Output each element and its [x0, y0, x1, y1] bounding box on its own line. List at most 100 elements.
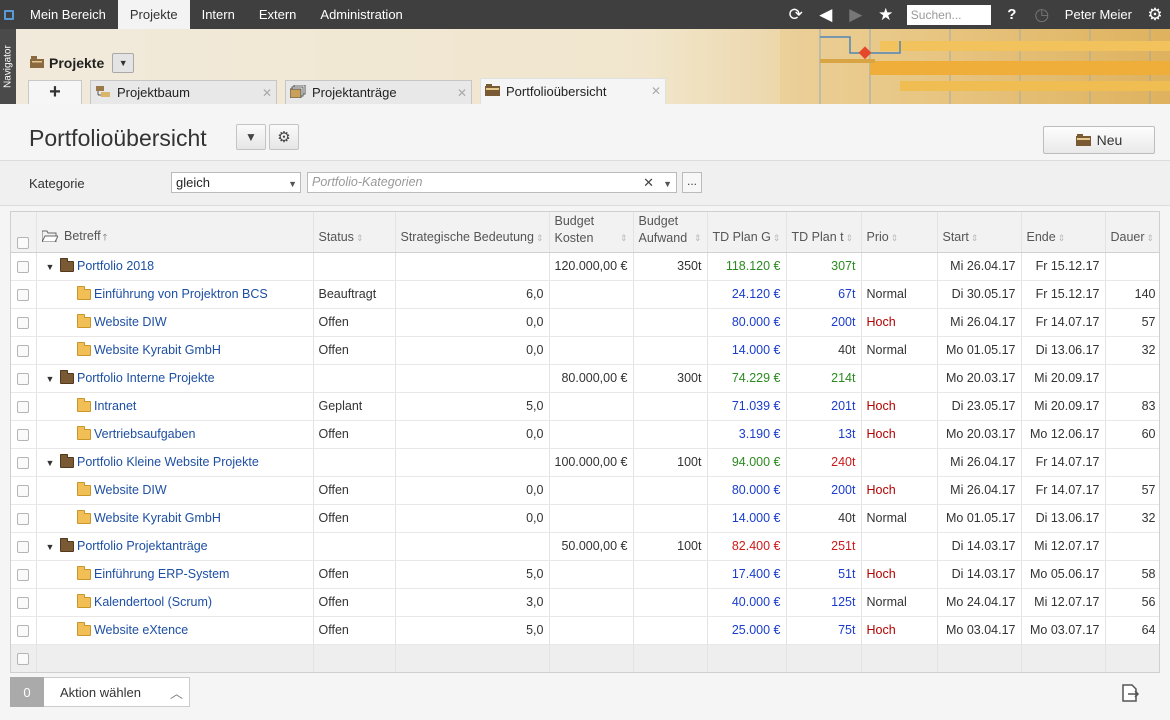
row-checkbox[interactable]	[11, 336, 37, 365]
portfolio-row[interactable]: ▼ Portfolio Kleine Website Projekte 100.0…	[11, 448, 1159, 477]
new-button[interactable]: Neu	[1043, 126, 1155, 154]
header-decoration	[780, 29, 1170, 104]
close-tab-icon[interactable]: ✕	[651, 84, 661, 98]
menu-item-mein-bereich[interactable]: Mein Bereich	[18, 0, 118, 29]
item-link[interactable]: Website eXtence	[94, 623, 188, 637]
project-row[interactable]: Vertriebsaufgaben Offen 0,0 3.190 €13t Hoch M…	[11, 420, 1159, 449]
section-dropdown-button[interactable]: ▼	[112, 53, 135, 73]
tab-projektbaum[interactable]: Projektbaum ✕	[90, 80, 277, 104]
row-checkbox[interactable]	[11, 476, 37, 505]
item-link[interactable]: Portfolio Interne Projekte	[77, 371, 215, 385]
help-icon[interactable]: ?	[997, 0, 1027, 29]
column-header-dauer[interactable]: Dauer ⇕	[1105, 212, 1159, 253]
item-link[interactable]: Website DIW	[94, 483, 167, 497]
export-icon[interactable]	[1120, 683, 1140, 703]
expand-toggle-icon[interactable]: ▼	[46, 374, 60, 384]
row-checkbox[interactable]	[11, 616, 37, 645]
back-icon[interactable]: ◀	[811, 0, 841, 29]
search-input[interactable]	[906, 4, 991, 25]
item-link[interactable]: Website DIW	[94, 315, 167, 329]
item-link[interactable]: Portfolio Projektanträge	[77, 539, 208, 553]
expand-toggle-icon[interactable]: ▼	[46, 262, 60, 272]
navigator-toggle[interactable]: Navigator	[0, 29, 16, 104]
stopwatch-icon[interactable]: ◷	[1027, 0, 1057, 29]
project-row[interactable]: Einführung ERP-System Offen 5,0 17.400 €51t…	[11, 560, 1159, 589]
project-row[interactable]: Kalendertool (Scrum) Offen 3,0 40.000 €125t…	[11, 588, 1159, 617]
menu-item-intern[interactable]: Intern	[190, 0, 247, 29]
expand-toggle-icon[interactable]: ▼	[46, 458, 60, 468]
portfolio-row[interactable]: ▼ Portfolio Interne Projekte 80.000,00 €3…	[11, 364, 1159, 393]
project-row[interactable]: Einführung von Projektron BCS Beauftragt 6…	[11, 280, 1159, 309]
portfolio-row[interactable]: ▼ Portfolio Projektanträge 50.000,00 €100…	[11, 532, 1159, 561]
column-header-betreff[interactable]: Betreff 🡑	[36, 212, 314, 253]
expand-toggle-icon[interactable]: ▼	[46, 542, 60, 552]
action-select[interactable]: Aktion wählen ︿	[44, 677, 190, 707]
item-link[interactable]: Website Kyrabit GmbH	[94, 343, 221, 357]
close-tab-icon[interactable]: ✕	[262, 86, 272, 100]
row-checkbox[interactable]	[11, 308, 37, 337]
app-menu-icon[interactable]	[0, 0, 18, 29]
forward-icon[interactable]: ▶	[841, 0, 871, 29]
settings-button[interactable]: ⚙	[269, 124, 299, 150]
star-icon[interactable]: ★	[871, 0, 901, 29]
project-row[interactable]: Website eXtence Offen 5,0 25.000 €75t Hoch Mo…	[11, 616, 1159, 645]
item-link[interactable]: Intranet	[94, 399, 136, 413]
row-checkbox[interactable]	[11, 588, 37, 617]
operator-select[interactable]: gleich ▼	[171, 172, 301, 193]
column-header-strategische-bedeutung[interactable]: Strategische Bedeutung ⇕	[395, 212, 550, 253]
row-checkbox[interactable]	[11, 504, 37, 533]
row-checkbox[interactable]	[11, 420, 37, 449]
chevron-down-icon[interactable]: ▼	[663, 179, 672, 189]
footer-cell	[707, 644, 787, 672]
operator-value: gleich	[176, 175, 210, 190]
clear-icon[interactable]: ✕	[643, 175, 654, 191]
more-options-button[interactable]: ...	[682, 172, 702, 193]
close-tab-icon[interactable]: ✕	[457, 86, 467, 100]
cell-start: Di 14.03.17	[937, 560, 1022, 589]
column-header-ende[interactable]: Ende ⇕	[1021, 212, 1106, 253]
project-row[interactable]: Website Kyrabit GmbH Offen 0,0 14.000 €40t N…	[11, 336, 1159, 365]
category-select[interactable]: Portfolio-Kategorien ✕ ▼	[307, 172, 677, 193]
row-checkbox[interactable]	[11, 532, 37, 561]
menu-item-projekte[interactable]: Projekte	[117, 0, 190, 29]
row-checkbox[interactable]	[11, 364, 37, 393]
row-checkbox[interactable]	[11, 392, 37, 421]
column-header-status[interactable]: Status ⇕	[313, 212, 396, 253]
project-row[interactable]: Website DIW Offen 0,0 80.000 €200t Hoch Mi 26…	[11, 308, 1159, 337]
column-header-budget-kosten[interactable]: Budget Kosten ⇕	[549, 212, 634, 253]
header-label: TD Plan t	[791, 229, 844, 244]
row-checkbox[interactable]	[11, 252, 37, 281]
row-checkbox[interactable]	[11, 448, 37, 477]
item-link[interactable]: Website Kyrabit GmbH	[94, 511, 221, 525]
item-link[interactable]: Portfolio 2018	[77, 259, 154, 273]
item-link[interactable]: Einführung von Projektron BCS	[94, 287, 268, 301]
footer-checkbox[interactable]	[11, 644, 37, 672]
column-header-start[interactable]: Start ⇕	[937, 212, 1022, 253]
menu-item-administration[interactable]: Administration	[308, 0, 414, 29]
item-link[interactable]: Vertriebsaufgaben	[94, 427, 195, 441]
item-link[interactable]: Kalendertool (Scrum)	[94, 595, 212, 609]
column-header-budget-aufwand[interactable]: Budget Aufwand ⇕	[633, 212, 708, 253]
project-row[interactable]: Intranet Geplant 5,0 71.039 €201t Hoch Di 23.…	[11, 392, 1159, 421]
item-link[interactable]: Portfolio Kleine Website Projekte	[77, 455, 259, 469]
tab-portfoliouebersicht[interactable]: Portfolioübersicht ✕	[480, 78, 666, 104]
column-header-prio[interactable]: Prio ⇕	[861, 212, 938, 253]
column-header-td-plan-g[interactable]: TD Plan G ⇕	[707, 212, 787, 253]
select-all-checkbox[interactable]	[11, 212, 37, 253]
tab-projektantraege[interactable]: Projektanträge ✕	[285, 80, 472, 104]
title-dropdown-button[interactable]: ▼	[236, 124, 266, 150]
cell-strategische-bedeutung: 0,0	[395, 504, 550, 533]
add-tab-button[interactable]: +	[28, 80, 82, 104]
row-checkbox[interactable]	[11, 280, 37, 309]
item-link[interactable]: Einführung ERP-System	[94, 567, 229, 581]
refresh-icon[interactable]: ⟳	[781, 0, 811, 29]
column-header-td-plan-t[interactable]: TD Plan t ⇕	[786, 212, 862, 253]
portfolio-row[interactable]: ▼ Portfolio 2018 120.000,00 €350t 118.120 …	[11, 252, 1159, 281]
user-name[interactable]: Peter Meier	[1057, 7, 1140, 22]
menu-item-extern[interactable]: Extern	[247, 0, 309, 29]
gear-icon[interactable]: ⚙	[1140, 0, 1170, 29]
project-row[interactable]: Website DIW Offen 0,0 80.000 €200t Hoch Mi 26…	[11, 476, 1159, 505]
row-checkbox[interactable]	[11, 560, 37, 589]
project-row[interactable]: Website Kyrabit GmbH Offen 0,0 14.000 €40t N…	[11, 504, 1159, 533]
footer-cell	[633, 644, 708, 672]
